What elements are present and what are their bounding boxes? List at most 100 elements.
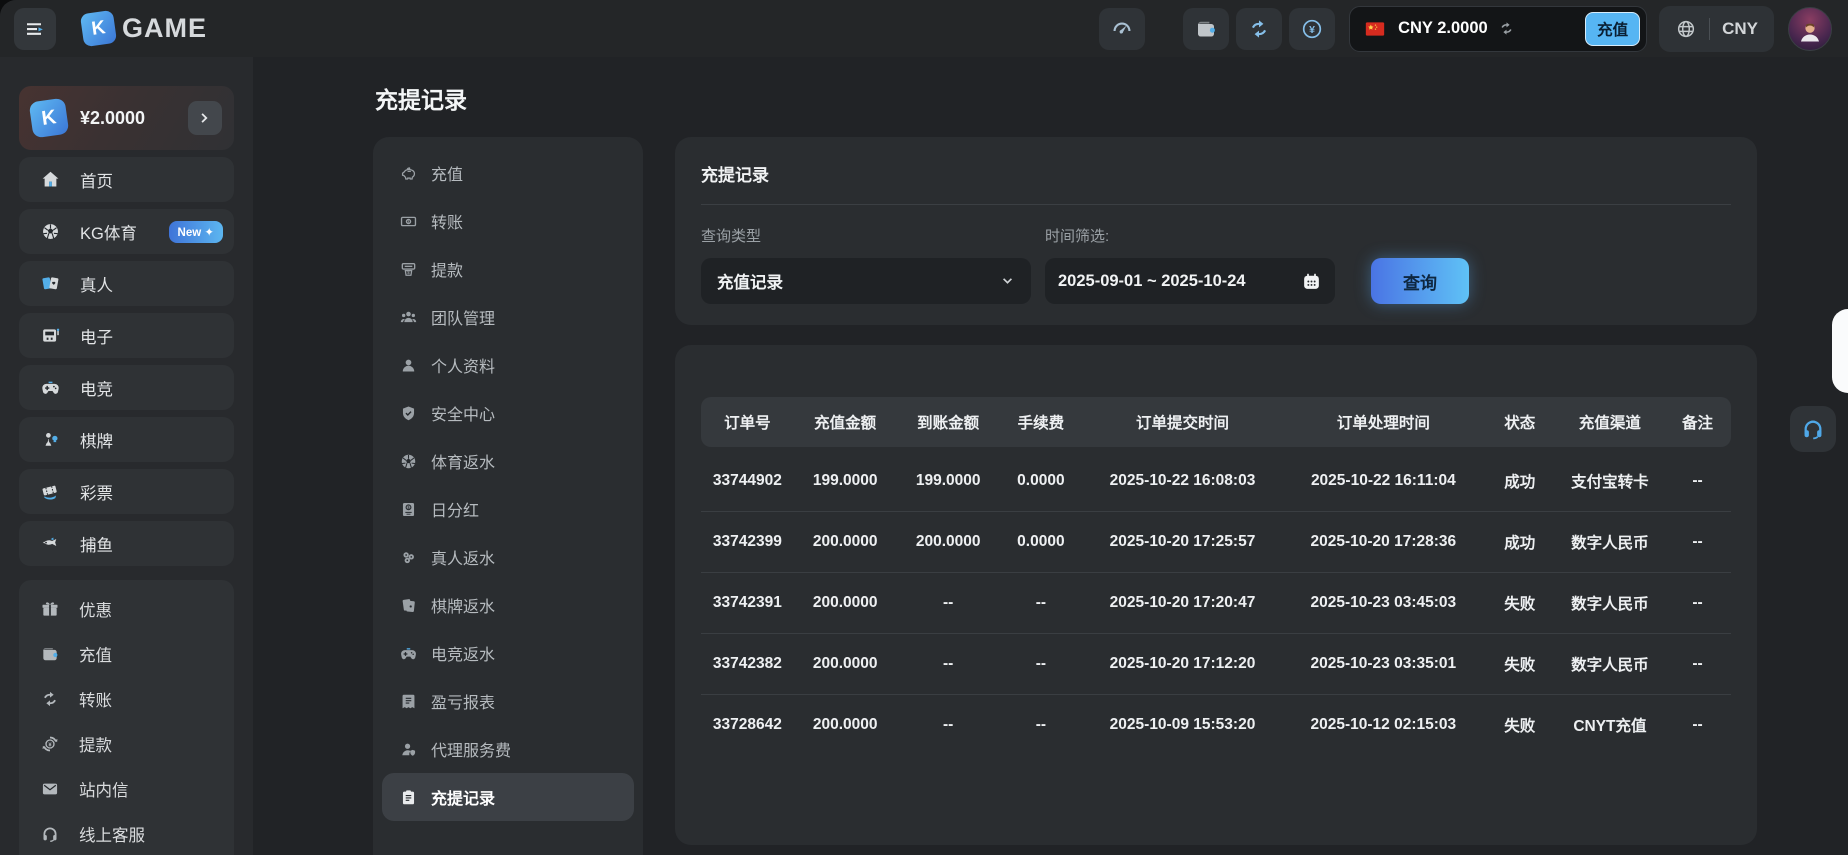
table-cell: 199.0000 xyxy=(897,447,1000,511)
sidebar-item-chess[interactable]: 棋牌 xyxy=(19,417,234,462)
sidebar-item-slots[interactable]: 电子 xyxy=(19,313,234,358)
sidebar-item-transfer[interactable]: 转账 xyxy=(19,676,234,721)
menu-toggle-button[interactable] xyxy=(14,8,56,50)
wallet-currency-pill[interactable]: CNY 2.0000 充值 xyxy=(1349,6,1647,52)
sidebar-item-promos[interactable]: 优惠 xyxy=(19,586,234,631)
coin-icon: ¥ xyxy=(1300,17,1324,41)
table-cell: 33728642 xyxy=(701,694,794,755)
account-menu-item-label: 团队管理 xyxy=(431,305,495,329)
account-menu-item-transfer[interactable]: $转账 xyxy=(382,197,634,245)
account-menu-item-label: 个人资料 xyxy=(431,353,495,377)
account-menu-item-live-rebate[interactable]: 真人返水 xyxy=(382,533,634,581)
header-deposit-button[interactable]: 充值 xyxy=(1585,12,1640,46)
search-button[interactable]: 查询 xyxy=(1371,258,1469,304)
sidebar-item-label: 优惠 xyxy=(79,597,112,621)
table-cell: 2025-10-23 03:45:03 xyxy=(1283,572,1484,633)
table-column-header: 订单提交时间 xyxy=(1082,397,1283,447)
sync-button[interactable] xyxy=(1236,8,1282,50)
sidebar-item-label: KG体育 xyxy=(80,220,137,244)
sidebar-item-label: 线上客服 xyxy=(79,822,145,846)
wallet-icon xyxy=(40,644,60,664)
balance-card[interactable]: K ¥2.0000 xyxy=(19,86,234,150)
table-cell: 失败 xyxy=(1484,694,1556,755)
table-cell: 2025-10-20 17:20:47 xyxy=(1082,572,1283,633)
table-cell: 支付宝转卡 xyxy=(1556,447,1664,511)
gauge-button[interactable] xyxy=(1099,8,1145,50)
account-menu-item-label: 体育返水 xyxy=(431,449,495,473)
user-icon xyxy=(399,356,418,375)
drawer-handle[interactable] xyxy=(1832,309,1848,393)
account-menu-item-label: 棋牌返水 xyxy=(431,593,495,617)
account-menu-item-esports-rebate[interactable]: 电竞返水 xyxy=(382,629,634,677)
date-filter-label: 时间筛选: xyxy=(1045,225,1335,246)
table-cell: 0.0000 xyxy=(1000,447,1082,511)
account-menu-item-security[interactable]: 安全中心 xyxy=(382,389,634,437)
sidebar-item-fishing[interactable]: 捕鱼 xyxy=(19,521,234,566)
account-menu-item-sports-rebate[interactable]: 体育返水 xyxy=(382,437,634,485)
sidebar-item-home[interactable]: 首页 xyxy=(19,157,234,202)
account-menu-item-profile[interactable]: 个人资料 xyxy=(382,341,634,389)
cards2-icon xyxy=(399,596,418,615)
account-menu-item-team[interactable]: 团队管理 xyxy=(382,293,634,341)
table-column-header: 充值渠道 xyxy=(1556,397,1664,447)
refresh-balance-icon[interactable] xyxy=(1498,20,1515,37)
gamepad-icon xyxy=(40,377,61,398)
sidebar-item-kg-sports[interactable]: KG体育New ✦ xyxy=(19,209,234,254)
account-menu-item-label: 转账 xyxy=(431,209,463,233)
account-menu-item-agent-fee[interactable]: 代理服务费 xyxy=(382,725,634,773)
sidebar-item-esports[interactable]: 电竞 xyxy=(19,365,234,410)
sidebar-item-lottery[interactable]: 彩票 xyxy=(19,469,234,514)
table-row[interactable]: 33744902199.0000199.00000.00002025-10-22… xyxy=(701,447,1731,511)
table-cell: 33742391 xyxy=(701,572,794,633)
sidebar-item-label: 提款 xyxy=(79,732,112,756)
support-button[interactable] xyxy=(1790,406,1836,452)
table-cell: 2025-10-22 16:11:04 xyxy=(1283,447,1484,511)
account-menu-item-daily-dividend[interactable]: $日分红 xyxy=(382,485,634,533)
sidebar-item-support[interactable]: 线上客服 xyxy=(19,811,234,855)
sidebar-item-label: 电子 xyxy=(80,324,113,348)
account-menu-item-withdraw[interactable]: $提款 xyxy=(382,245,634,293)
sidebar-item-withdraw[interactable]: ¥提款 xyxy=(19,721,234,766)
language-selector[interactable]: CNY xyxy=(1659,6,1774,52)
user-avatar[interactable] xyxy=(1788,7,1832,51)
wallet-button[interactable] xyxy=(1183,8,1229,50)
chess-icon xyxy=(40,429,61,450)
table-cell: CNYT充值 xyxy=(1556,694,1664,755)
brand-logo[interactable]: K GAME xyxy=(82,12,207,45)
table-row[interactable]: 33742382200.0000----2025-10-20 17:12:202… xyxy=(701,633,1731,694)
filter-panel-title: 充提记录 xyxy=(701,161,1731,186)
account-menu-item-deposit[interactable]: 充值 xyxy=(382,149,634,197)
filter-panel: 充提记录 查询类型 充值记录 时间筛选: 2025-09-01 ~ 2025-1… xyxy=(675,137,1757,325)
table-cell: 2025-10-20 17:25:57 xyxy=(1082,511,1283,572)
sidebar-item-inbox[interactable]: 站内信 xyxy=(19,766,234,811)
query-type-select[interactable]: 充值记录 xyxy=(701,258,1031,304)
account-menu-item-pnl-report[interactable]: 盈亏报表 xyxy=(382,677,634,725)
table-row[interactable]: 33728642200.0000----2025-10-09 15:53:202… xyxy=(701,694,1731,755)
cards-icon xyxy=(40,273,61,294)
coin-button[interactable]: ¥ xyxy=(1289,8,1335,50)
balance-expand-button[interactable] xyxy=(188,101,222,135)
table-cell: 33744902 xyxy=(701,447,794,511)
account-menu-item-chess-rebate[interactable]: 棋牌返水 xyxy=(382,581,634,629)
query-type-value: 充值记录 xyxy=(717,269,783,293)
content-panels: 充提记录 查询类型 充值记录 时间筛选: 2025-09-01 ~ 2025-1… xyxy=(675,137,1757,845)
table-row[interactable]: 33742399200.0000200.00000.00002025-10-20… xyxy=(701,511,1731,572)
table-column-header: 状态 xyxy=(1484,397,1556,447)
balance-amount: ¥2.0000 xyxy=(80,108,175,129)
table-cell: -- xyxy=(1000,694,1082,755)
gamepad-icon xyxy=(399,644,418,663)
sidebar-item-label: 捕鱼 xyxy=(80,532,113,556)
table-row[interactable]: 33742391200.0000----2025-10-20 17:20:472… xyxy=(701,572,1731,633)
sync-icon xyxy=(1247,17,1271,41)
top-header: K GAME ¥ CNY 2.0000 充值 CNY xyxy=(0,0,1848,57)
account-menu-item-label: 安全中心 xyxy=(431,401,495,425)
table-cell: 成功 xyxy=(1484,511,1556,572)
sidebar-item-live[interactable]: 真人 xyxy=(19,261,234,306)
account-menu-item-records[interactable]: 充提记录 xyxy=(382,773,634,821)
sidebar-item-label: 首页 xyxy=(80,168,113,192)
table-cell: -- xyxy=(897,572,1000,633)
sidebar-item-label: 充值 xyxy=(79,642,112,666)
date-range-input[interactable]: 2025-09-01 ~ 2025-10-24 xyxy=(1045,258,1335,304)
sidebar-item-deposit[interactable]: 充值 xyxy=(19,631,234,676)
mail-icon xyxy=(40,779,60,799)
